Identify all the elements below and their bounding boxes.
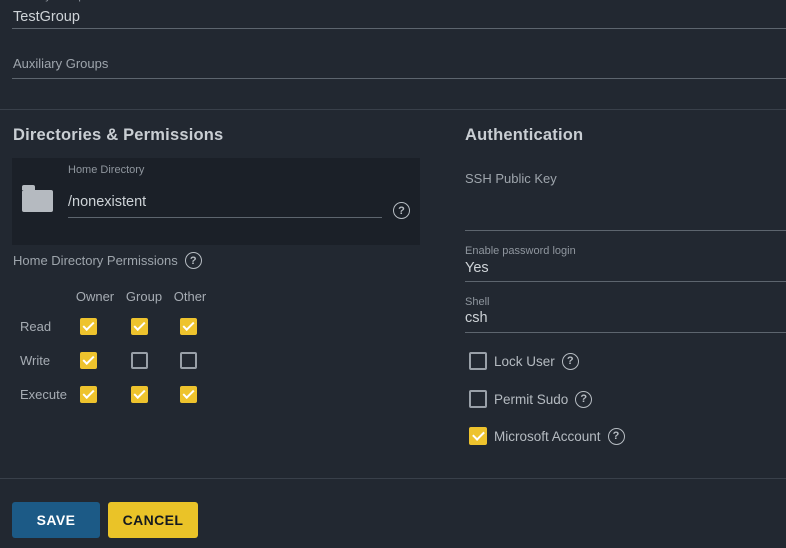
perm-checkbox-execute-other[interactable] (180, 386, 197, 403)
enable-password-login-label: Enable password login (465, 245, 576, 257)
perm-checkbox-read-other[interactable] (180, 318, 197, 335)
user-edit-form: Primary Group TestGroup Auxiliary Groups… (0, 0, 786, 548)
perm-checkbox-read-group[interactable] (131, 318, 148, 335)
permit-sudo-option: Permit Sudo? (469, 390, 592, 408)
lock-user-label: Lock User (494, 354, 555, 369)
permit-sudo-checkbox[interactable] (469, 390, 487, 408)
permit-sudo-help-icon[interactable]: ? (575, 391, 592, 408)
permit-sudo-label: Permit Sudo (494, 392, 568, 407)
shell-label: Shell (465, 296, 489, 308)
perm-checkbox-write-other[interactable] (180, 352, 197, 369)
microsoft-account-label: Microsoft Account (494, 429, 601, 444)
perm-checkbox-write-group[interactable] (131, 352, 148, 369)
actions-divider (0, 478, 786, 479)
ssh-public-key-underline (465, 230, 786, 231)
perm-col-header-group: Group (126, 289, 162, 304)
perm-row-label-execute: Execute (20, 387, 67, 402)
shell-select[interactable]: csh (465, 310, 488, 326)
perm-col-header-owner: Owner (76, 289, 114, 304)
perm-col-header-other: Other (174, 289, 207, 304)
perm-row-label-read: Read (20, 319, 51, 334)
perm-row-label-write: Write (20, 353, 50, 368)
enable-password-login-select[interactable]: Yes (465, 260, 489, 276)
microsoft-account-help-icon[interactable]: ? (608, 428, 625, 445)
ssh-public-key-field[interactable] (465, 190, 786, 230)
authentication-section-title: Authentication (465, 126, 583, 145)
perm-checkbox-execute-group[interactable] (131, 386, 148, 403)
permissions-grid: Owner Group Other Read Write Execute (0, 0, 420, 420)
perm-checkbox-write-owner[interactable] (80, 352, 97, 369)
microsoft-account-option: Microsoft Account? (469, 427, 625, 445)
shell-underline (465, 332, 786, 333)
microsoft-account-checkbox[interactable] (469, 427, 487, 445)
perm-checkbox-read-owner[interactable] (80, 318, 97, 335)
enable-password-login-underline (465, 281, 786, 282)
ssh-public-key-label: SSH Public Key (465, 171, 557, 186)
lock-user-help-icon[interactable]: ? (562, 353, 579, 370)
cancel-button[interactable]: CANCEL (108, 502, 198, 538)
lock-user-checkbox[interactable] (469, 352, 487, 370)
lock-user-option: Lock User? (469, 352, 579, 370)
save-button[interactable]: SAVE (12, 502, 100, 538)
perm-checkbox-execute-owner[interactable] (80, 386, 97, 403)
